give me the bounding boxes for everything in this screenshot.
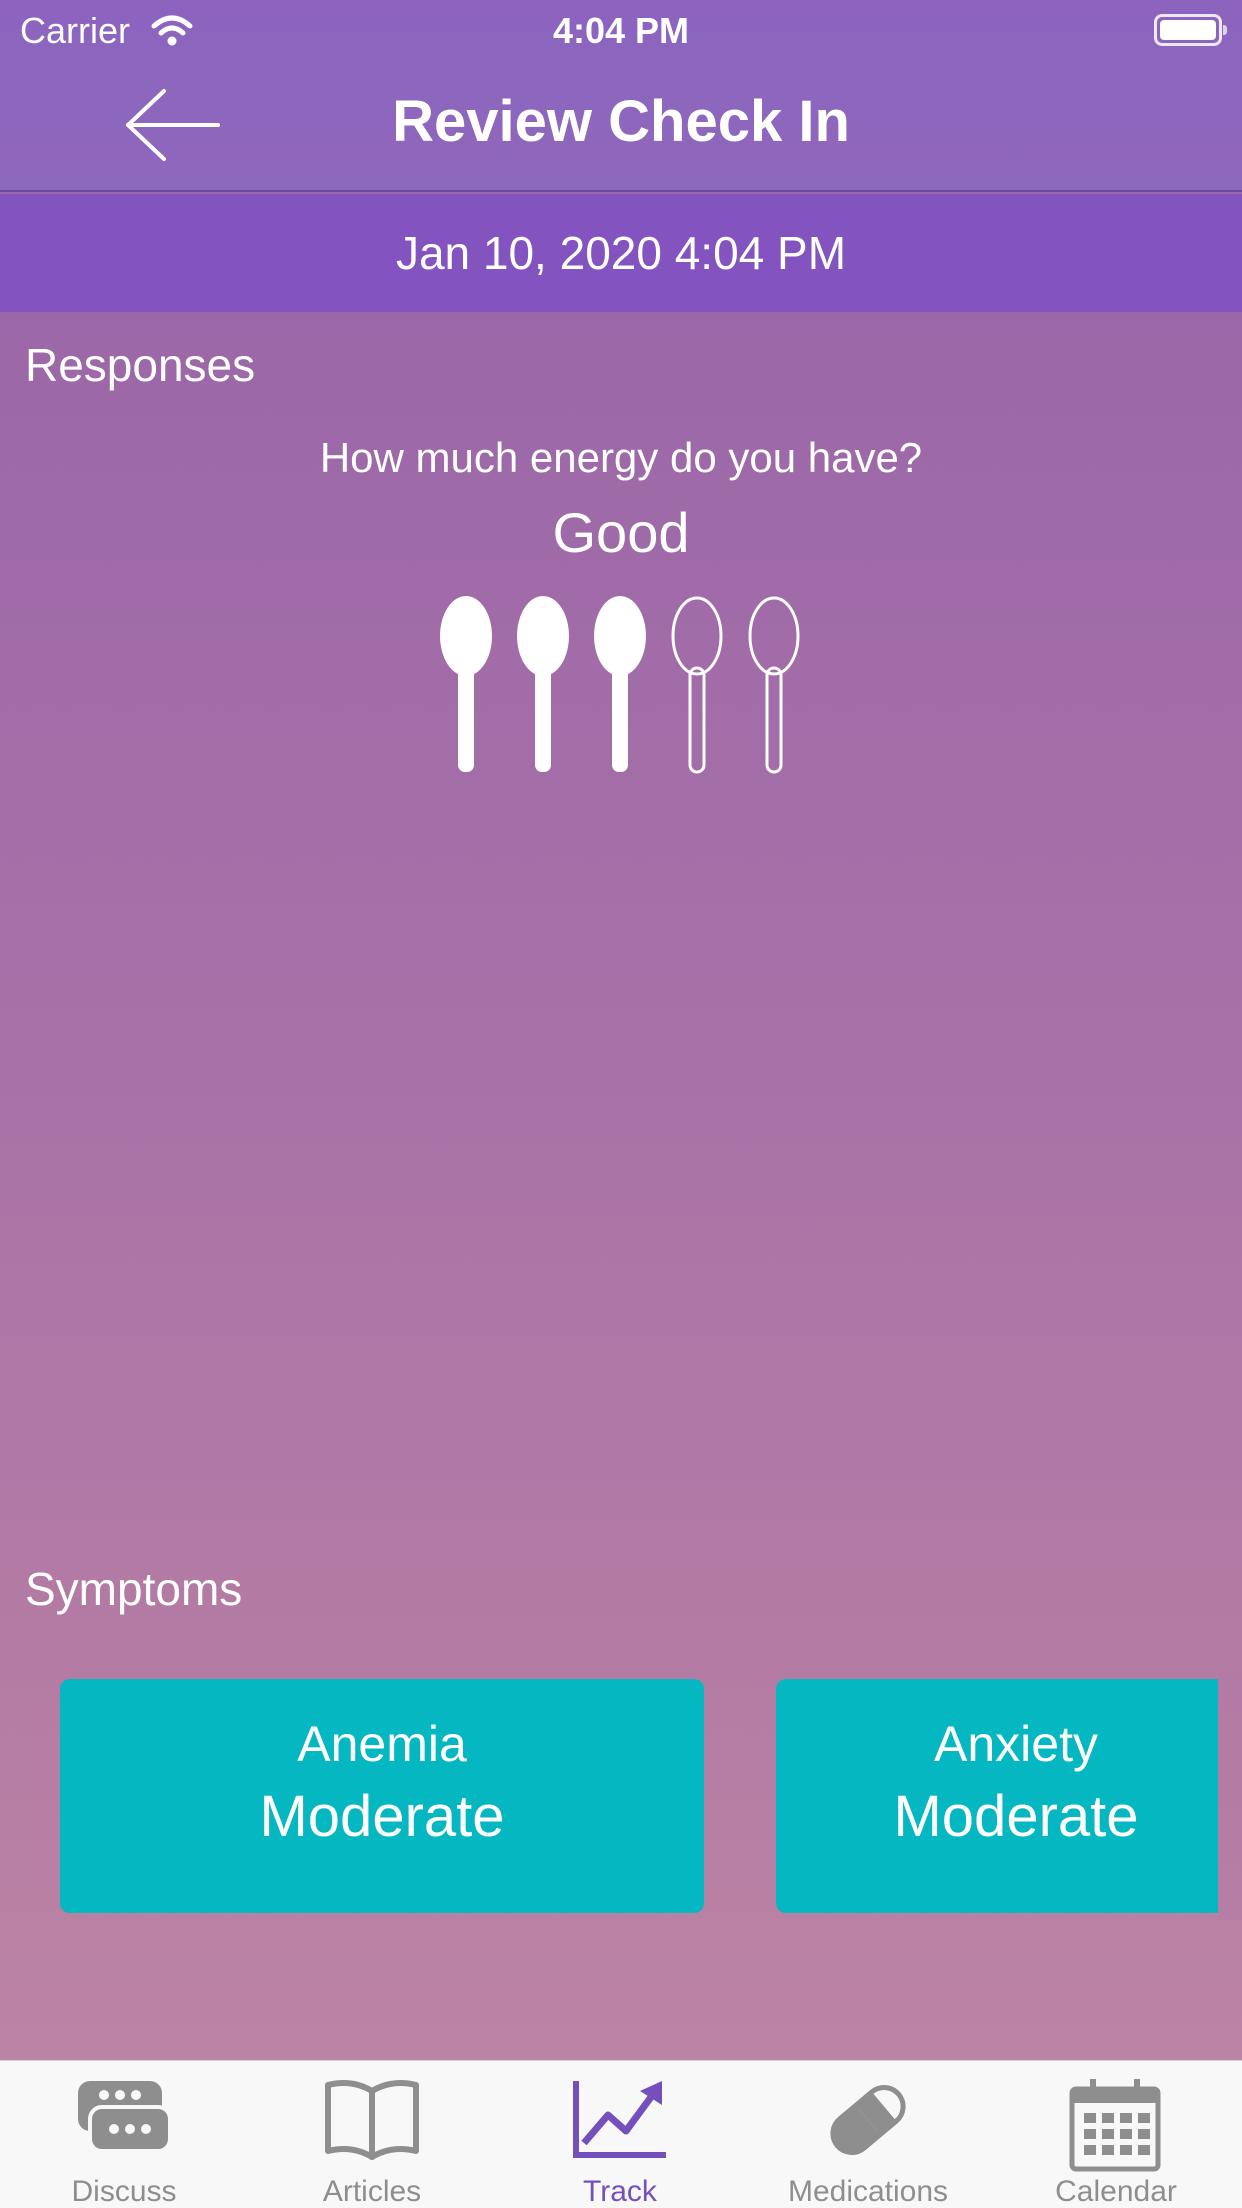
spoon-filled-icon (517, 596, 569, 772)
tab-label: Articles (322, 2175, 422, 2208)
tab-label: Discuss (71, 2175, 177, 2208)
tab-medications[interactable]: Medications (744, 2061, 992, 2208)
symptom-level: Moderate (259, 1784, 505, 1849)
status-bar: Carrier 4:04 PM (0, 0, 1242, 62)
status-time: 4:04 PM (552, 10, 690, 51)
responses-heading: Responses (25, 339, 256, 391)
chat-bubbles-icon (78, 2081, 172, 2153)
spoon-empty-icon (748, 596, 800, 774)
scroll-clip-edge (1218, 1670, 1242, 1920)
tab-label: Medications (787, 2175, 949, 2208)
open-book-icon (325, 2080, 419, 2160)
symptom-name: Anxiety (934, 1716, 1098, 1772)
spoon-empty-icon (671, 596, 723, 774)
symptom-card-anemia[interactable]: Anemia Moderate (60, 1679, 704, 1913)
tab-bar: Discuss Articles Track Medications Calen… (0, 2060, 1242, 2208)
spoon-filled-icon (594, 596, 646, 772)
symptoms-heading: Symptoms (25, 1563, 243, 1615)
trend-chart-icon (573, 2081, 666, 2158)
energy-spoon-rating (436, 594, 806, 776)
spoon-filled-icon (440, 596, 492, 772)
energy-question: How much energy do you have? (319, 434, 923, 481)
symptom-level: Moderate (893, 1784, 1139, 1849)
symptom-name: Anemia (297, 1716, 467, 1772)
battery-icon (1154, 14, 1227, 46)
tab-label: Track (583, 2175, 657, 2208)
tab-label: Calendar (1055, 2175, 1177, 2208)
navigation-bar: Carrier 4:04 PM Review Check In (0, 0, 1242, 192)
checkin-date: Jan 10, 2020 4:04 PM (395, 227, 847, 279)
page-title: Review Check In (392, 89, 850, 154)
checkin-date-banner: Jan 10, 2020 4:04 PM (0, 194, 1242, 312)
tab-articles[interactable]: Articles (248, 2061, 496, 2208)
pill-icon (830, 2085, 906, 2155)
tab-track[interactable]: Track (496, 2061, 744, 2208)
calendar-icon (1069, 2079, 1161, 2172)
tab-discuss[interactable]: Discuss (0, 2061, 248, 2208)
energy-answer: Good (552, 501, 690, 564)
symptom-card-anxiety[interactable]: Anxiety Moderate (776, 1679, 1218, 1913)
tab-calendar[interactable]: Calendar (992, 2061, 1240, 2208)
